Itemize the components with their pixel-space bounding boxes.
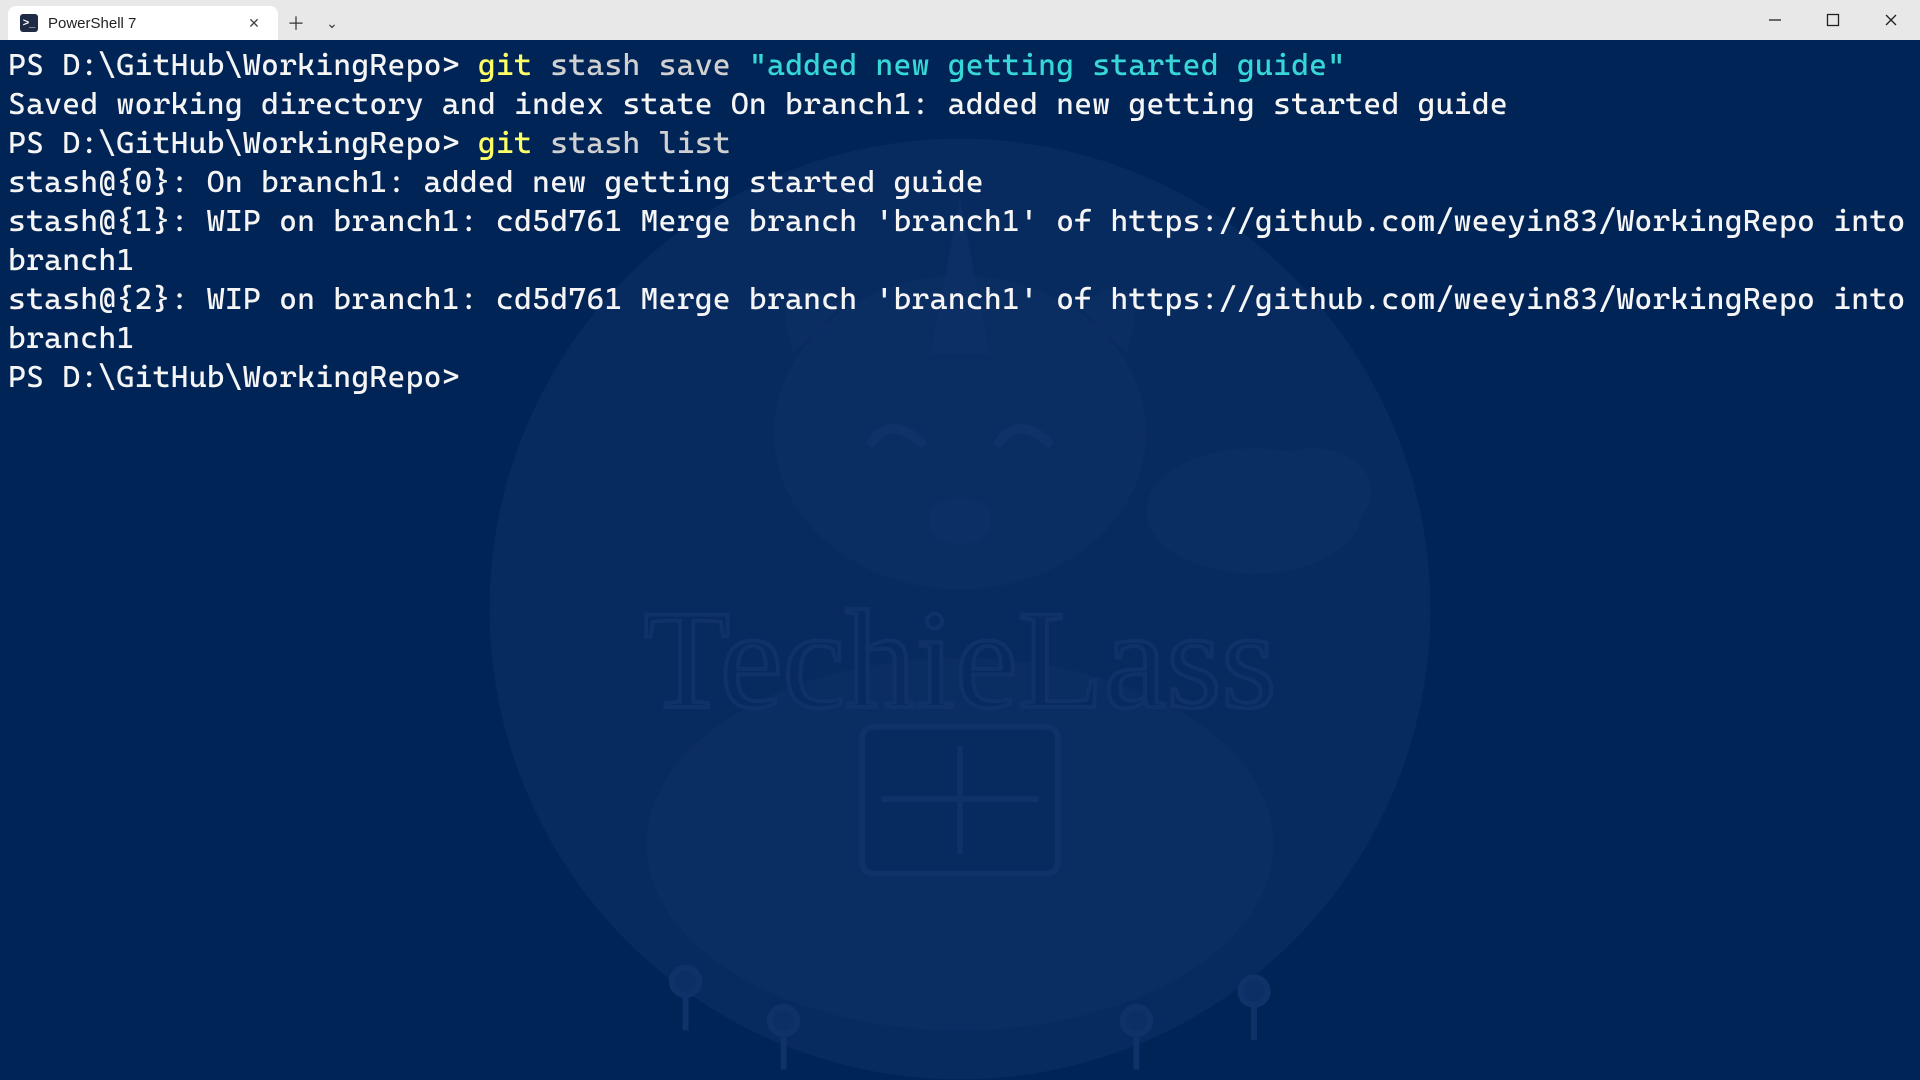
powershell-icon: >_ bbox=[20, 14, 38, 32]
maximize-icon bbox=[1826, 13, 1840, 27]
close-icon bbox=[1884, 13, 1898, 27]
terminal-segment: PS D:\GitHub\WorkingRepo> bbox=[8, 48, 478, 83]
terminal-segment: stash@{2}: WIP on branch1: cd5d761 Merge… bbox=[8, 282, 1920, 356]
terminal-line: PS D:\GitHub\WorkingRepo> git stash save… bbox=[8, 46, 1912, 85]
terminal-segment: PS D:\GitHub\WorkingRepo> bbox=[8, 126, 478, 161]
tab-close-button[interactable]: ✕ bbox=[244, 13, 264, 33]
tab-strip: >_ PowerShell 7 ✕ ＋ ⌄ bbox=[0, 0, 350, 40]
minimize-icon bbox=[1768, 13, 1782, 27]
terminal-segment: PS D:\GitHub\WorkingRepo> bbox=[8, 360, 460, 395]
new-tab-button[interactable]: ＋ bbox=[278, 6, 314, 40]
terminal-viewport[interactable]: TechieLass PS D:\GitHub\WorkingRepo> git… bbox=[0, 40, 1920, 1080]
close-window-button[interactable] bbox=[1862, 0, 1920, 40]
terminal-segment: stash save bbox=[532, 48, 749, 83]
tab-powershell[interactable]: >_ PowerShell 7 ✕ bbox=[8, 6, 278, 40]
titlebar-drag-region[interactable] bbox=[350, 0, 1746, 40]
terminal-line: stash@{2}: WIP on branch1: cd5d761 Merge… bbox=[8, 280, 1912, 358]
terminal-segment: stash@{0}: On branch1: added new getting… bbox=[8, 165, 984, 200]
terminal-segment: stash@{1}: WIP on branch1: cd5d761 Merge… bbox=[8, 204, 1920, 278]
maximize-button[interactable] bbox=[1804, 0, 1862, 40]
terminal-line: PS D:\GitHub\WorkingRepo> bbox=[8, 358, 1912, 397]
terminal-segment: Saved working directory and index state … bbox=[8, 87, 1508, 122]
svg-text:TechieLass: TechieLass bbox=[644, 581, 1277, 738]
terminal-segment: "added new getting started guide" bbox=[749, 48, 1345, 83]
terminal-line: stash@{1}: WIP on branch1: cd5d761 Merge… bbox=[8, 202, 1912, 280]
terminal-line: Saved working directory and index state … bbox=[8, 85, 1912, 124]
terminal-output: PS D:\GitHub\WorkingRepo> git stash save… bbox=[0, 40, 1920, 403]
terminal-line: stash@{0}: On branch1: added new getting… bbox=[8, 163, 1912, 202]
terminal-segment: git bbox=[478, 126, 532, 161]
minimize-button[interactable] bbox=[1746, 0, 1804, 40]
terminal-segment: git bbox=[478, 48, 532, 83]
window-controls bbox=[1746, 0, 1920, 40]
terminal-line: PS D:\GitHub\WorkingRepo> git stash list bbox=[8, 124, 1912, 163]
terminal-segment: stash list bbox=[532, 126, 731, 161]
window-titlebar: >_ PowerShell 7 ✕ ＋ ⌄ bbox=[0, 0, 1920, 40]
tab-title: PowerShell 7 bbox=[48, 15, 234, 32]
tab-dropdown-button[interactable]: ⌄ bbox=[314, 6, 350, 40]
